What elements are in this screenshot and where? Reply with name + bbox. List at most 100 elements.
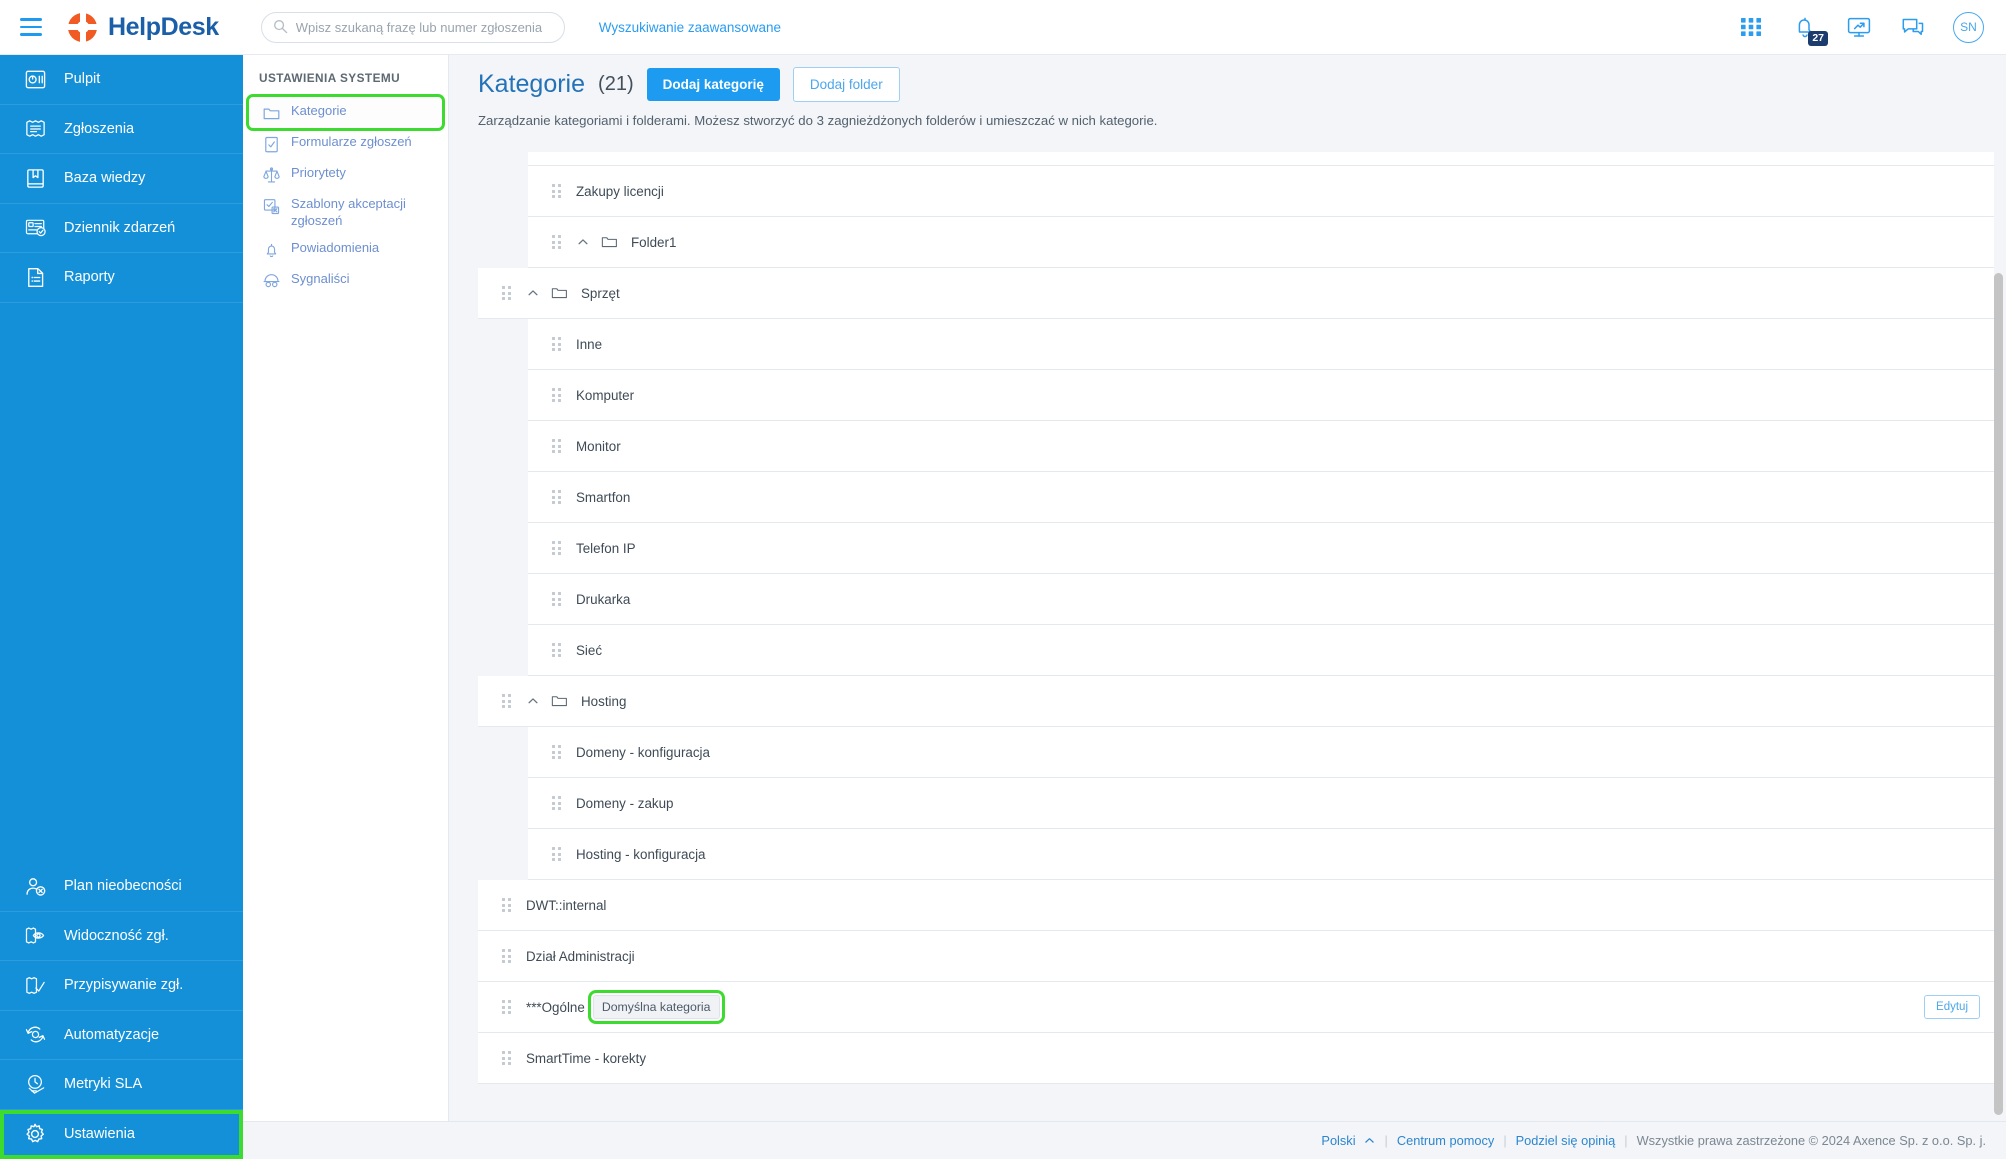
drag-handle-icon[interactable] — [552, 235, 563, 249]
notification-count-badge: 27 — [1808, 31, 1828, 46]
brand-logo[interactable]: HelpDesk — [68, 12, 219, 42]
table-row[interactable]: Domeny - konfiguracja — [528, 727, 1994, 778]
chevron-up-icon[interactable] — [575, 234, 591, 250]
chevron-up-icon[interactable] — [525, 285, 541, 301]
sidebar-item-pulpit[interactable]: Pulpit — [0, 55, 243, 105]
chevron-up-icon[interactable] — [525, 693, 541, 709]
sidebar-item-label: Przypisywanie zgł. — [64, 977, 184, 994]
category-name: DWT::internal — [526, 897, 607, 913]
settings-gear-icon — [22, 1121, 48, 1147]
table-row[interactable]: Telefon IP — [528, 523, 1994, 574]
approval-template-icon — [261, 196, 281, 216]
drag-handle-icon[interactable] — [552, 796, 563, 810]
table-row[interactable]: Monitor — [528, 421, 1994, 472]
table-row[interactable]: Domeny - zakup — [528, 778, 1994, 829]
apps-grid-icon[interactable] — [1737, 13, 1765, 41]
submenu-item-sygnalisci[interactable]: Sygnaliści — [249, 265, 442, 296]
drag-handle-icon[interactable] — [552, 337, 563, 351]
table-row[interactable]: Drukarka — [528, 574, 1994, 625]
drag-handle-icon[interactable] — [552, 745, 563, 759]
page-header: Kategorie (21) Dodaj kategorię Dodaj fol… — [449, 55, 2006, 128]
drag-handle-icon[interactable] — [502, 1051, 513, 1065]
drag-handle-icon[interactable] — [552, 643, 563, 657]
edit-button[interactable]: Edytuj — [1924, 995, 1980, 1019]
table-row[interactable]: Zakupy licencji — [528, 166, 1994, 217]
notification-bell-icon[interactable]: 27 — [1791, 13, 1828, 46]
category-list: Zakupy licencji Folder1 Sprzęt Inne Komp… — [449, 152, 2006, 1121]
search-icon — [273, 19, 287, 33]
drag-handle-icon[interactable] — [552, 541, 563, 555]
hamburger-menu-icon[interactable] — [0, 0, 62, 55]
table-row[interactable]: Hosting — [478, 676, 1994, 727]
table-row-default-category[interactable]: ***Ogólne Domyślna kategoria Edytuj — [478, 982, 1994, 1033]
sidebar-item-metryki-sla[interactable]: Metryki SLA — [0, 1060, 243, 1110]
drag-handle-icon[interactable] — [502, 694, 513, 708]
category-name: Monitor — [576, 438, 621, 454]
folder-icon — [261, 103, 281, 123]
category-name: Drukarka — [576, 591, 631, 607]
table-row[interactable]: SmartTime - korekty — [478, 1033, 1994, 1084]
drag-handle-icon[interactable] — [502, 898, 513, 912]
submenu-item-powiadomienia[interactable]: Powiadomienia — [249, 234, 442, 265]
table-row[interactable]: Dział Administracji — [478, 931, 1994, 982]
sidebar-item-zgloszenia[interactable]: Zgłoszenia — [0, 105, 243, 154]
left-sidebar: Pulpit Zgłoszenia Baza wiedzy Dziennik z… — [0, 55, 243, 1159]
drag-handle-icon[interactable] — [502, 1000, 513, 1014]
drag-handle-icon[interactable] — [552, 490, 563, 504]
sidebar-bottom-group: Plan nieobecności Widoczność zgł. Przypi… — [0, 862, 243, 1159]
dashboard-icon — [22, 66, 48, 92]
table-row[interactable]: Sieć — [528, 625, 1994, 676]
sidebar-item-przypisywanie-zgl[interactable]: Przypisywanie zgł. — [0, 961, 243, 1011]
drag-handle-icon[interactable] — [552, 388, 563, 402]
chat-icon[interactable] — [1899, 13, 1927, 41]
chevron-up-icon — [1364, 1138, 1374, 1143]
remote-desktop-icon[interactable] — [1845, 13, 1873, 41]
submenu-item-formularze-zgloszen[interactable]: Formularze zgłoszeń — [249, 128, 442, 159]
main-content: Kategorie (21) Dodaj kategorię Dodaj fol… — [449, 55, 2006, 1121]
table-row[interactable]: Hosting - konfiguracja — [528, 829, 1994, 880]
add-category-button[interactable]: Dodaj kategorię — [646, 68, 780, 101]
sidebar-item-raporty[interactable]: Raporty — [0, 253, 243, 303]
add-folder-button[interactable]: Dodaj folder — [792, 67, 900, 102]
drag-handle-icon[interactable] — [552, 592, 563, 606]
table-row[interactable]: Sprzęt — [478, 268, 1994, 319]
table-row[interactable]: Komputer — [528, 370, 1994, 421]
drag-handle-icon[interactable] — [552, 184, 563, 198]
sidebar-item-label: Zgłoszenia — [64, 120, 135, 137]
tickets-icon — [22, 116, 48, 142]
table-row[interactable]: Smartfon — [528, 472, 1994, 523]
language-selector[interactable]: Polski — [1321, 1133, 1375, 1148]
search-box[interactable] — [260, 11, 565, 43]
scrollbar-thumb[interactable] — [1994, 273, 2003, 1115]
sidebar-item-ustawienia[interactable]: Ustawienia — [0, 1109, 243, 1159]
user-avatar[interactable]: SN — [1953, 11, 1984, 43]
sidebar-item-label: Baza wiedzy — [64, 170, 146, 187]
search-area — [260, 11, 565, 43]
help-center-link[interactable]: Centrum pomocy — [1397, 1133, 1494, 1148]
sidebar-item-automatyzacje[interactable]: Automatyzacje — [0, 1011, 243, 1060]
vertical-scrollbar[interactable] — [1994, 55, 2003, 1121]
table-row[interactable]: Inne — [528, 319, 1994, 370]
sidebar-item-widocznosc-zgl[interactable]: Widoczność zgł. — [0, 912, 243, 961]
advanced-search-link[interactable]: Wyszukiwanie zaawansowane — [599, 20, 781, 35]
sidebar-item-baza-wiedzy[interactable]: Baza wiedzy — [0, 154, 243, 204]
table-row[interactable]: DWT::internal — [478, 880, 1994, 931]
drag-handle-icon[interactable] — [552, 847, 563, 861]
table-row-partial[interactable] — [528, 152, 1994, 166]
sidebar-item-dziennik-zdarzen[interactable]: Dziennik zdarzeń — [0, 204, 243, 253]
brand-name: HelpDesk — [108, 12, 219, 41]
category-name: Telefon IP — [576, 540, 636, 556]
sla-metrics-icon — [22, 1071, 48, 1097]
drag-handle-icon[interactable] — [502, 286, 513, 300]
sidebar-item-plan-nieobecnosci[interactable]: Plan nieobecności — [0, 862, 243, 912]
feedback-link[interactable]: Podziel się opinią — [1516, 1133, 1616, 1148]
sidebar-item-label: Pulpit — [64, 71, 101, 88]
submenu-item-priorytety[interactable]: Priorytety — [249, 159, 442, 190]
drag-handle-icon[interactable] — [502, 949, 513, 963]
category-name: Domeny - zakup — [576, 795, 674, 811]
table-row[interactable]: Folder1 — [528, 217, 1994, 268]
submenu-item-kategorie[interactable]: Kategorie — [246, 94, 445, 131]
submenu-item-szablony-akceptacji[interactable]: Szablony akceptacji zgłoszeń — [249, 190, 442, 234]
drag-handle-icon[interactable] — [552, 439, 563, 453]
search-input[interactable] — [295, 19, 552, 35]
